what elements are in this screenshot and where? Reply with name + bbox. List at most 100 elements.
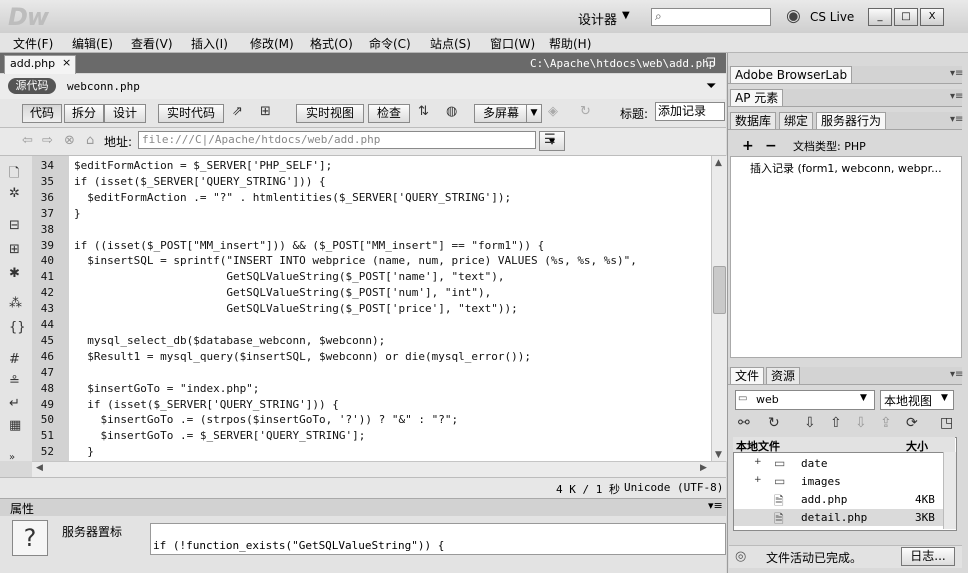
collapse-selection-icon[interactable]: ⊞ [9, 242, 20, 257]
live-view-button[interactable]: 实时视图 [296, 104, 364, 123]
tab-browserlab[interactable]: Adobe BrowserLab [730, 66, 853, 83]
chevron-down-icon[interactable]: » [9, 452, 15, 463]
menu-edit[interactable]: 编辑(E) [72, 35, 113, 52]
tab-databases[interactable]: 数据库 [730, 112, 777, 129]
stop-icon[interactable]: ⊗ [64, 133, 75, 148]
select-parent-tag-icon[interactable]: ⁂ [9, 296, 22, 311]
tab-bindings[interactable]: 绑定 [779, 112, 814, 129]
restore-window-icon[interactable]: ❐ [706, 56, 716, 69]
check-in-icon[interactable]: ⇪ [880, 415, 892, 431]
panel-menu-icon[interactable]: ▾≡ [950, 114, 963, 125]
tab-assets[interactable]: 资源 [766, 367, 801, 384]
get-files-icon[interactable]: ⇩ [804, 415, 816, 431]
home-icon[interactable]: ⌂ [86, 133, 94, 148]
code-line[interactable]: $editFormAction .= "?" . htmlentities($_… [74, 191, 511, 204]
forward-icon[interactable]: ⇨ [42, 133, 53, 148]
workspace-switcher[interactable]: 设计器 [578, 9, 617, 28]
scroll-right-icon[interactable]: ▶ [700, 463, 707, 473]
help-search-input[interactable] [651, 8, 771, 26]
menu-file[interactable]: 文件(F) [13, 35, 53, 52]
browser-preview-icon[interactable]: ◍ [446, 104, 457, 119]
code-line[interactable]: $insertGoTo = "index.php"; [74, 382, 259, 395]
code-view-button[interactable]: 代码 [22, 104, 62, 123]
check-out-icon[interactable]: ⇩ [855, 415, 867, 431]
browse-options-icon[interactable]: ☰ [544, 132, 556, 147]
scroll-down-icon[interactable]: ▼ [715, 450, 722, 460]
file-row[interactable] [734, 455, 954, 472]
inspect-mode-icon[interactable]: ⇗ [232, 104, 243, 119]
chevron-down-icon[interactable]: ▼ [622, 10, 630, 21]
menu-view[interactable]: 查看(V) [131, 35, 173, 52]
code-line[interactable]: } [74, 207, 81, 220]
filter-icon[interactable]: ⏷ [706, 79, 716, 94]
connect-icon[interactable]: ⚯ [738, 415, 750, 431]
code-line[interactable]: $insertGoTo .= $_SERVER['QUERY_STRING']; [74, 429, 365, 442]
scroll-up-icon[interactable]: ▲ [715, 158, 722, 168]
properties-panel-title[interactable]: 属性 [10, 500, 34, 517]
chevron-down-icon[interactable]: ▼ [526, 104, 542, 123]
panel-menu-icon[interactable]: ▾≡ [950, 369, 963, 380]
multiscreen-button[interactable]: 多屏幕 [474, 104, 528, 123]
collapse-full-tag-icon[interactable]: ⊟ [9, 218, 20, 233]
chevron-down-icon[interactable]: ▼ [941, 393, 948, 403]
code-line[interactable]: $insertGoTo .= (strpos($insertGoTo, '?')… [74, 413, 458, 426]
cs-live-icon[interactable]: ◉ [786, 6, 801, 26]
column-local-files[interactable]: 本地文件 [736, 438, 780, 454]
refresh-icon[interactable]: ↻ [580, 104, 591, 119]
menu-modify[interactable]: 修改(M) [250, 35, 294, 52]
code-line[interactable]: $editFormAction = $_SERVER['PHP_SELF']; [74, 159, 332, 172]
tab-server-behaviors[interactable]: 服务器行为 [816, 112, 887, 129]
validate-icon[interactable]: ⊞ [260, 104, 271, 119]
code-line[interactable]: GetSQLValueString($_POST['num'], "int"), [74, 286, 491, 299]
code-line[interactable]: $Result1 = mysql_query($insertSQL, $webc… [74, 350, 531, 363]
code-line[interactable]: $insertSQL = sprintf("INSERT INTO webpri… [74, 254, 637, 267]
back-icon[interactable]: ⇦ [22, 133, 33, 148]
code-line[interactable]: if ((isset($_POST["MM_insert"])) && ($_P… [74, 239, 544, 252]
menu-site[interactable]: 站点(S) [430, 35, 471, 52]
expand-icon[interactable]: + [754, 457, 762, 467]
design-view-button[interactable]: 设计 [104, 104, 146, 123]
code-line[interactable]: } [74, 445, 94, 458]
panel-menu-icon[interactable]: ▾≡ [950, 68, 963, 79]
tab-files[interactable]: 文件 [730, 367, 765, 384]
maximize-button[interactable]: □ [894, 8, 918, 26]
tab-ap-elements[interactable]: AP 元素 [730, 89, 784, 106]
server-behavior-insert-record[interactable]: 插入记录 (form1, webconn, webpr... [750, 160, 955, 176]
scroll-left-icon[interactable]: ◀ [36, 463, 43, 473]
visual-aids-icon[interactable]: ◈ [548, 104, 558, 119]
vertical-scroll-thumb[interactable] [713, 266, 726, 314]
menu-window[interactable]: 窗口(W) [490, 35, 535, 52]
highlight-invalid-code-icon[interactable]: ≗ [9, 374, 20, 389]
menu-commands[interactable]: 命令(C) [369, 35, 411, 52]
balance-braces-icon[interactable]: {} [9, 320, 26, 335]
chevron-down-icon[interactable]: ▼ [860, 393, 867, 403]
open-documents-icon[interactable]: 🗋 [9, 164, 19, 186]
related-file-webconn[interactable]: webconn.php [67, 80, 140, 93]
menu-help[interactable]: 帮助(H) [549, 35, 591, 52]
syntax-coloring-icon[interactable]: ▦ [9, 418, 21, 433]
add-server-behavior-button[interactable]: + [742, 138, 754, 154]
word-wrap-icon[interactable]: ↵ [9, 396, 20, 411]
remove-server-behavior-button[interactable]: − [765, 138, 777, 154]
address-input[interactable]: file:///C|/Apache/htdocs/web/add.php [138, 131, 536, 149]
file-row[interactable] [734, 473, 954, 490]
horizontal-scrollbar[interactable] [32, 461, 726, 477]
close-button[interactable]: X [920, 8, 944, 26]
expand-panel-icon[interactable]: ◳ [940, 415, 953, 431]
expand-icon[interactable]: + [754, 475, 762, 485]
file-transfer-icon[interactable]: ⇅ [418, 104, 429, 119]
expand-all-icon[interactable]: ✱ [9, 266, 20, 281]
code-line[interactable]: GetSQLValueString($_POST['name'], "text"… [74, 270, 504, 283]
synchronize-icon[interactable]: ⟳ [906, 415, 918, 431]
panel-menu-icon[interactable]: ▾≡ [950, 91, 963, 102]
code-line[interactable]: GetSQLValueString($_POST['price'], "text… [74, 302, 517, 315]
close-icon[interactable]: × [62, 56, 71, 69]
code-line[interactable]: if (isset($_SERVER['QUERY_STRING'])) { [74, 398, 339, 411]
cs-live-button[interactable]: CS Live [810, 10, 854, 24]
minimize-button[interactable]: _ [868, 8, 892, 26]
code-line[interactable]: mysql_select_db($database_webconn, $webc… [74, 334, 385, 347]
log-button[interactable]: 日志... [901, 547, 955, 566]
show-code-navigator-icon[interactable]: ✲ [9, 186, 20, 201]
source-code-button[interactable]: 源代码 [8, 78, 56, 94]
menu-insert[interactable]: 插入(I) [191, 35, 228, 52]
